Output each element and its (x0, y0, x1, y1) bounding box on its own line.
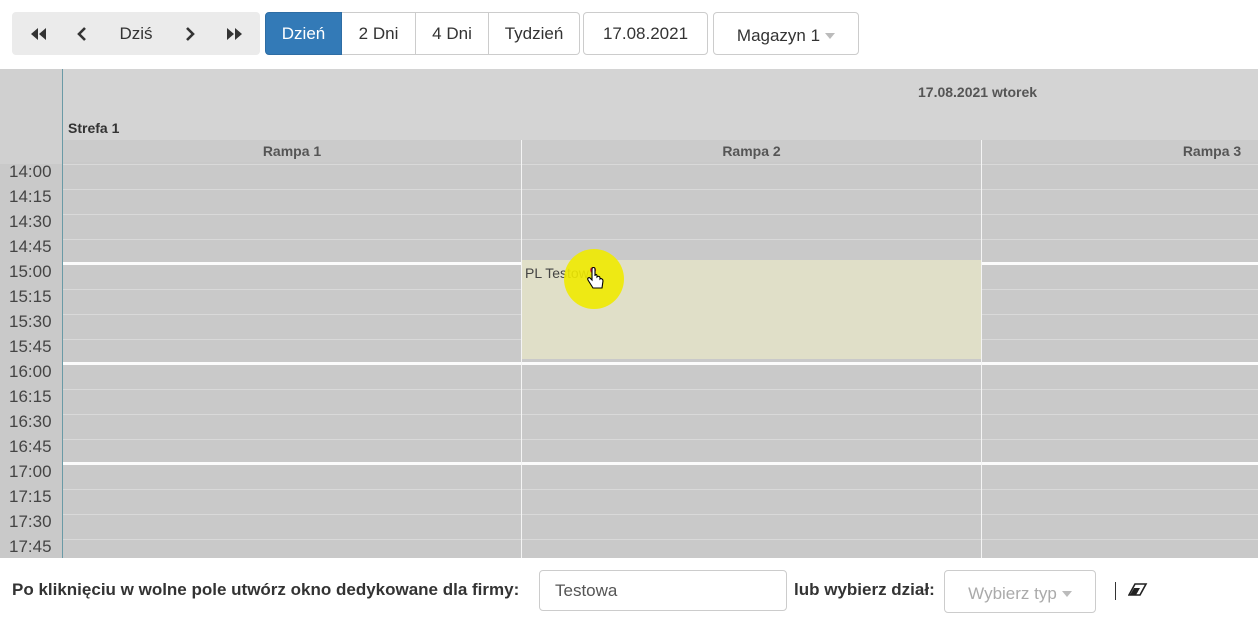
slot-grid-line (63, 189, 1258, 190)
slot-grid-line (63, 239, 1258, 240)
time-label: 17:00 (9, 462, 52, 481)
double-chevron-left-icon (31, 27, 46, 40)
prev-button[interactable] (64, 12, 100, 55)
time-label: 16:15 (9, 387, 52, 406)
date-picker[interactable]: 17.08.2021 (583, 12, 708, 55)
firm-prompt-label: Po kliknięciu w wolne pole utwórz okno d… (12, 580, 520, 599)
hand-pointer-icon (587, 266, 604, 289)
view-switcher: Dzień 2 Dni 4 Dni Tydzień (265, 12, 580, 55)
view-week-button[interactable]: Tydzień (489, 12, 580, 55)
department-prompt-label: lub wybierz dział: (794, 580, 935, 599)
time-label: 16:45 (9, 437, 52, 456)
day-header-label: 17.08.2021 wtorek (918, 84, 1038, 100)
department-type-select[interactable]: Wybierz typ (944, 570, 1096, 613)
time-label: 15:30 (9, 312, 52, 331)
time-label: 14:00 (9, 162, 52, 181)
type-select-placeholder: Wybierz typ (968, 583, 1057, 603)
first-button[interactable] (20, 12, 56, 55)
view-2days-button[interactable]: 2 Dni (342, 12, 416, 55)
chevron-left-icon (77, 26, 86, 41)
slot-grid-line (63, 414, 1258, 415)
today-button[interactable]: Dziś (108, 12, 164, 55)
next-button[interactable] (172, 12, 208, 55)
slot-grid-line (63, 539, 1258, 540)
slot-grid-line (63, 164, 1258, 165)
time-axis-line (62, 69, 63, 558)
time-label: 14:30 (9, 212, 52, 231)
time-label: 17:30 (9, 512, 52, 531)
slot-grid-line (63, 214, 1258, 215)
time-label: 16:00 (9, 362, 52, 381)
time-label: 17:45 (9, 537, 52, 556)
time-label: 16:30 (9, 412, 52, 431)
last-button[interactable] (216, 12, 254, 55)
slot-grid-line (63, 514, 1258, 515)
ramp-header-3: Rampa 3 (982, 140, 1258, 162)
toolbar-divider (1115, 582, 1116, 600)
caret-down-icon (1061, 590, 1072, 597)
column-separator (981, 140, 982, 558)
ramp-header-2: Rampa 2 (522, 140, 981, 162)
warehouse-select[interactable]: Magazyn 1 (713, 12, 859, 55)
slot-grid-line (63, 389, 1258, 390)
view-day-button[interactable]: Dzień (265, 12, 342, 55)
navigation-group: Dziś (12, 12, 260, 55)
time-label: 15:15 (9, 287, 52, 306)
eraser-icon[interactable] (1128, 583, 1148, 597)
zone-label: Strefa 1 (68, 120, 120, 136)
date-header: 17.08.2021 wtorek Strefa 1 (63, 69, 1258, 140)
calendar-corner (0, 69, 62, 164)
firm-input[interactable] (539, 570, 787, 611)
ramp-header-1: Rampa 1 (63, 140, 521, 162)
slot-grid-line (63, 489, 1258, 490)
time-label: 15:00 (9, 262, 52, 281)
hour-grid-line (63, 462, 1258, 465)
time-label: 14:45 (9, 237, 52, 256)
footer-bar: Po kliknięciu w wolne pole utwórz okno d… (0, 558, 1258, 625)
warehouse-select-value: Magazyn 1 (736, 25, 821, 45)
hour-grid-line (63, 362, 1258, 365)
caret-down-icon (825, 32, 836, 39)
time-label: 15:45 (9, 337, 52, 356)
view-4days-button[interactable]: 4 Dni (416, 12, 489, 55)
slot-grid-line (63, 439, 1258, 440)
time-label: 14:15 (9, 187, 52, 206)
double-chevron-right-icon (227, 27, 242, 40)
day-calendar: 17.08.2021 wtorek Strefa 1 Rampa 1 Rampa… (0, 69, 1258, 558)
time-label: 17:15 (9, 487, 52, 506)
chevron-right-icon (186, 26, 195, 41)
